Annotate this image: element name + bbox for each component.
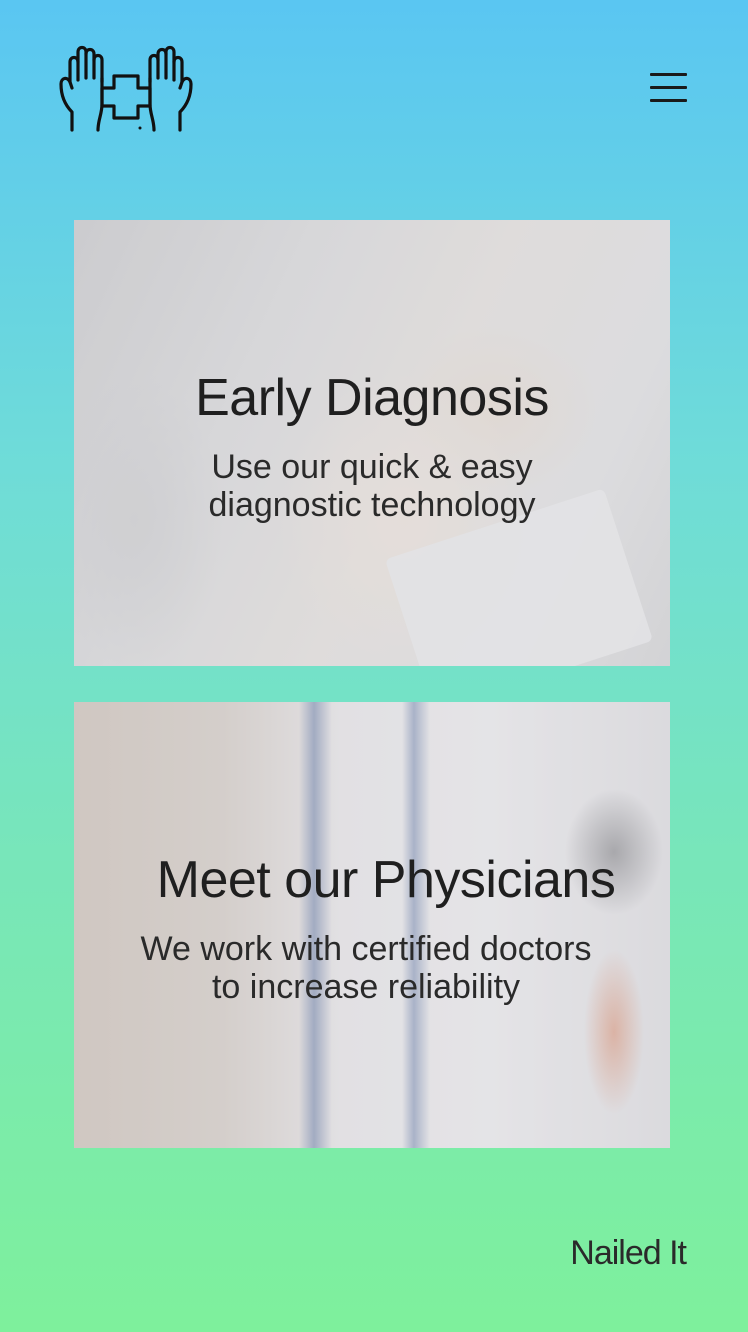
card-title: Early Diagnosis: [195, 369, 549, 427]
footer-brand: Nailed It: [570, 1234, 687, 1272]
menu-button[interactable]: [648, 70, 690, 106]
card-subtitle-line-2: to increase reliability: [211, 968, 521, 1006]
menu-bar-2: [650, 86, 687, 89]
card-subtitle-line-2: diagnostic technology: [208, 486, 536, 524]
card-overlay: [74, 220, 670, 666]
card-subtitle: Use our quick & easy diagnostic technolo…: [74, 448, 670, 524]
menu-bar-3: [650, 99, 687, 102]
card-subtitle-line-1: Use our quick & easy: [211, 448, 533, 486]
logo-hands-cross-icon[interactable]: [58, 42, 194, 136]
card-subtitle-line-1: We work with certified doctors: [140, 930, 592, 968]
card-overlay: [74, 702, 670, 1148]
card-subtitle: We work with certified doctors to increa…: [74, 930, 664, 1006]
card-meet-physicians[interactable]: Meet our Physicians We work with certifi…: [74, 702, 670, 1148]
menu-bar-1: [650, 73, 687, 76]
card-early-diagnosis[interactable]: Early Diagnosis Use our quick & easy dia…: [74, 220, 670, 666]
card-title: Meet our Physicians: [156, 851, 616, 909]
